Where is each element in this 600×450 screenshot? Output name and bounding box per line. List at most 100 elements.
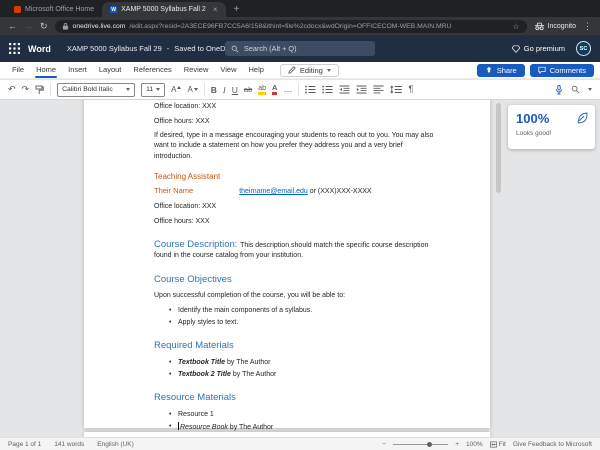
font-color-button[interactable]: A [272,84,278,95]
doc-text: Textbook 2 Title [178,371,231,379]
scrollbar-thumb[interactable] [496,103,501,193]
url-domain: onedrive.live.com [72,22,126,30]
zoom-out-button[interactable]: − [382,441,386,448]
forward-icon[interactable]: → [24,21,33,31]
ribbon-tab-review[interactable]: Review [178,62,215,78]
incognito-badge: Incognito [534,22,576,31]
doc-paragraph[interactable]: Office location: XXX [154,102,436,112]
font-name-select[interactable]: Calibri Bold Italic [57,82,136,97]
doc-text: Office hours: XXX [154,117,210,125]
bold-button[interactable]: B [211,85,217,95]
word-count[interactable]: 141 words [54,441,84,448]
doc-paragraph[interactable]: Their Name theirname@email.edu or (XXX)XX… [154,186,436,197]
ribbon-tab-references[interactable]: References [127,62,177,78]
doc-bullet-item[interactable]: Apply styles to text. [154,318,436,328]
status-bar-right: − + 100% Fit Give Feedback to Microsoft [382,441,592,448]
doc-paragraph[interactable]: Upon successful completion of the course… [154,291,436,301]
redo-icon[interactable]: ↷ [22,85,30,94]
doc-bullet-item[interactable]: Identify the main components of a syllab… [154,306,436,316]
status-bar: Page 1 of 1 141 words English (UK) − + 1… [0,437,600,450]
feedback-link[interactable]: Give Feedback to Microsoft [513,441,592,448]
doc-bullet-item[interactable]: Textbook Title by The Author [154,358,436,368]
language-selector[interactable]: English (UK) [97,441,133,448]
email-link[interactable]: theirname@email.edu [239,188,308,195]
go-premium-button[interactable]: Go premium [511,44,565,53]
highlight-color-button[interactable]: ab [258,85,267,95]
doc-text: Teaching Assistant [154,171,221,181]
search-box[interactable]: Search (Alt + Q) [225,41,375,56]
browser-address-bar: ← → ↻ onedrive.live.com /edit.aspx?resid… [0,17,600,35]
fit-icon[interactable]: Fit [489,440,506,448]
doc-bullet-item[interactable]: Textbook 2 Title by The Author [154,370,436,380]
app-name[interactable]: Word [28,44,51,54]
url-bar[interactable]: onedrive.live.com /edit.aspx?resid=2A3EC… [54,19,527,33]
doc-paragraph[interactable]: If desired, type in a message encouragin… [154,131,436,161]
doc-paragraph[interactable]: Office location: XXX [154,202,436,212]
ribbon-tab-view[interactable]: View [214,62,242,78]
font-size-select[interactable]: 11 [141,82,166,97]
line-spacing-icon[interactable] [390,85,403,94]
browser-tab-strip: Microsoft Office Home W XAMP 5000 Syllab… [0,0,600,17]
undo-icon[interactable]: ↶ [8,85,16,94]
doc-paragraph[interactable]: Teaching Assistant [154,171,436,183]
italic-button[interactable]: I [223,85,226,95]
avatar-initials: SC [579,45,588,52]
search-placeholder: Search (Alt + Q) [244,44,297,53]
doc-text: Their Name [154,186,194,196]
browser-tab-syllabus[interactable]: W XAMP 5000 Syllabus Fall 2 × [102,2,226,17]
doc-bullet-item[interactable]: Resource 1 [154,410,436,420]
font-size-value: 11 [146,86,154,93]
editor-score-card[interactable]: 100% Looks good! [508,105,595,149]
strikethrough-button[interactable]: ab [244,85,252,94]
zoom-slider[interactable] [393,441,449,447]
editor-caption: Looks good! [516,130,552,137]
doc-heading[interactable]: Course Objectives [154,273,436,287]
zoom-level[interactable]: 100% [466,441,483,448]
format-painter-icon[interactable] [35,85,44,95]
collapse-ribbon-chevron-icon[interactable] [588,88,592,91]
ribbon-right-buttons: Share Comments [476,63,594,77]
close-tab-icon[interactable]: × [213,5,218,14]
shrink-font-button[interactable]: A [187,85,198,94]
browser-tab-office-home[interactable]: Microsoft Office Home [6,2,102,17]
document-page[interactable]: Office location: XXX Office hours: XXX If … [84,100,490,433]
new-tab-button[interactable]: + [234,2,240,17]
app-launcher-waffle-icon[interactable] [9,43,20,54]
find-icon[interactable] [571,85,580,94]
more-font-options-icon[interactable]: … [283,85,292,94]
incognito-icon [534,22,544,30]
dictate-microphone-icon[interactable] [555,84,563,95]
grow-font-button[interactable]: A [171,85,182,94]
doc-paragraph[interactable]: Course Description: This description sho… [154,238,436,262]
doc-heading[interactable]: Resource Materials [154,391,436,405]
document-scrollbar[interactable] [496,100,501,437]
doc-heading[interactable]: Required Materials [154,339,436,353]
comments-button[interactable]: Comments [529,63,594,77]
align-text-icon[interactable] [373,85,384,94]
underline-button[interactable]: U [232,85,238,95]
fit-label: Fit [498,440,506,448]
browser-menu-icon[interactable]: ⋮ [583,21,592,32]
ribbon-tab-row: File Home Insert Layout References Review View… [0,62,600,79]
ribbon-tab-file[interactable]: File [6,62,30,78]
indent-icon[interactable] [356,85,367,94]
editing-mode-dropdown[interactable]: Editing [279,63,339,77]
document-title[interactable]: XAMP 5000 Syllabus Fall 29 [67,44,162,53]
bullet-list-icon[interactable] [305,85,316,94]
ribbon-tab-insert[interactable]: Insert [62,62,93,78]
doc-paragraph[interactable]: Office hours: XXX [154,217,436,227]
doc-paragraph[interactable]: Office hours: XXX [154,117,436,127]
numbered-list-icon[interactable] [322,85,333,94]
ribbon-tab-home[interactable]: Home [30,62,62,78]
share-button[interactable]: Share [476,63,525,77]
ribbon-tab-layout[interactable]: Layout [93,62,128,78]
outdent-icon[interactable] [339,85,350,94]
zoom-slider-knob[interactable] [427,441,433,447]
bookmark-star-icon[interactable]: ☆ [512,22,519,31]
back-icon[interactable]: ← [8,21,17,31]
account-avatar[interactable]: SC [576,41,591,56]
reload-icon[interactable]: ↻ [40,21,48,31]
ribbon-tab-help[interactable]: Help [242,62,269,78]
paragraph-mark-icon[interactable]: ¶ [408,85,413,94]
zoom-in-button[interactable]: + [455,441,459,448]
